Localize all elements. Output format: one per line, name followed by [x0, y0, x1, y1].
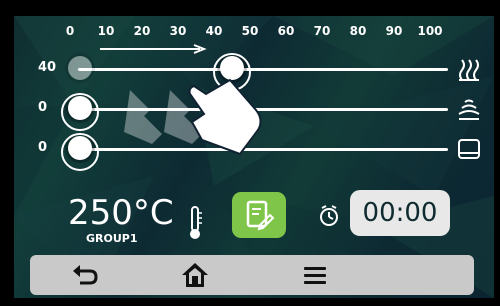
- slider-knob-ghost: [68, 56, 92, 80]
- slider-knob[interactable]: [61, 133, 99, 171]
- knob-ring: [61, 133, 99, 171]
- scale-tick: 10: [97, 24, 115, 38]
- scale-tick: 90: [385, 24, 403, 38]
- frame-left: [0, 0, 14, 306]
- bottom-navigation: [30, 255, 474, 295]
- frame-bottom: [0, 298, 500, 306]
- scale-tick: 80: [349, 24, 367, 38]
- slider-value: 40: [38, 60, 57, 75]
- edit-recipe-icon: [246, 200, 275, 231]
- slider-value: 0: [38, 100, 48, 115]
- drag-arrow-icon: [100, 44, 207, 54]
- scale-tick: 50: [241, 24, 259, 38]
- power-scale: 0 10 20 30 40 50 60 70 80 90 100: [66, 24, 450, 40]
- frame-right: [494, 0, 500, 306]
- back-icon[interactable]: [70, 261, 100, 289]
- slider-value: 0: [38, 140, 48, 155]
- scale-tick: 40: [205, 24, 223, 38]
- menu-icon[interactable]: [300, 261, 330, 289]
- thermometer-icon: [190, 206, 202, 239]
- oven-control-screen: 0 10 20 30 40 50 60 70 80 90 100 40 0 0 …: [0, 0, 500, 306]
- slider-knob[interactable]: [61, 93, 99, 131]
- scale-tick: 70: [313, 24, 331, 38]
- timer-display-button[interactable]: 00:00: [350, 190, 450, 236]
- scale-tick: 100: [417, 24, 443, 38]
- frame-top: [0, 0, 500, 16]
- timer-icon: [320, 205, 338, 226]
- scale-tick: 20: [133, 24, 151, 38]
- home-icon[interactable]: [180, 261, 210, 289]
- temperature-display: 250°C: [68, 193, 174, 233]
- scale-tick: 60: [277, 24, 295, 38]
- timer-value: 00:00: [362, 198, 438, 228]
- heat-waves-icon: [459, 59, 479, 81]
- scale-tick: 30: [169, 24, 187, 38]
- knob-ring: [61, 93, 99, 131]
- scale-tick: 0: [65, 24, 75, 38]
- drag-gesture-hand-icon: [124, 78, 262, 156]
- base-heat-icon: [458, 139, 480, 159]
- edit-recipe-button[interactable]: [232, 192, 286, 238]
- group-label: GROUP1: [86, 232, 138, 245]
- steam-icon: [458, 99, 480, 120]
